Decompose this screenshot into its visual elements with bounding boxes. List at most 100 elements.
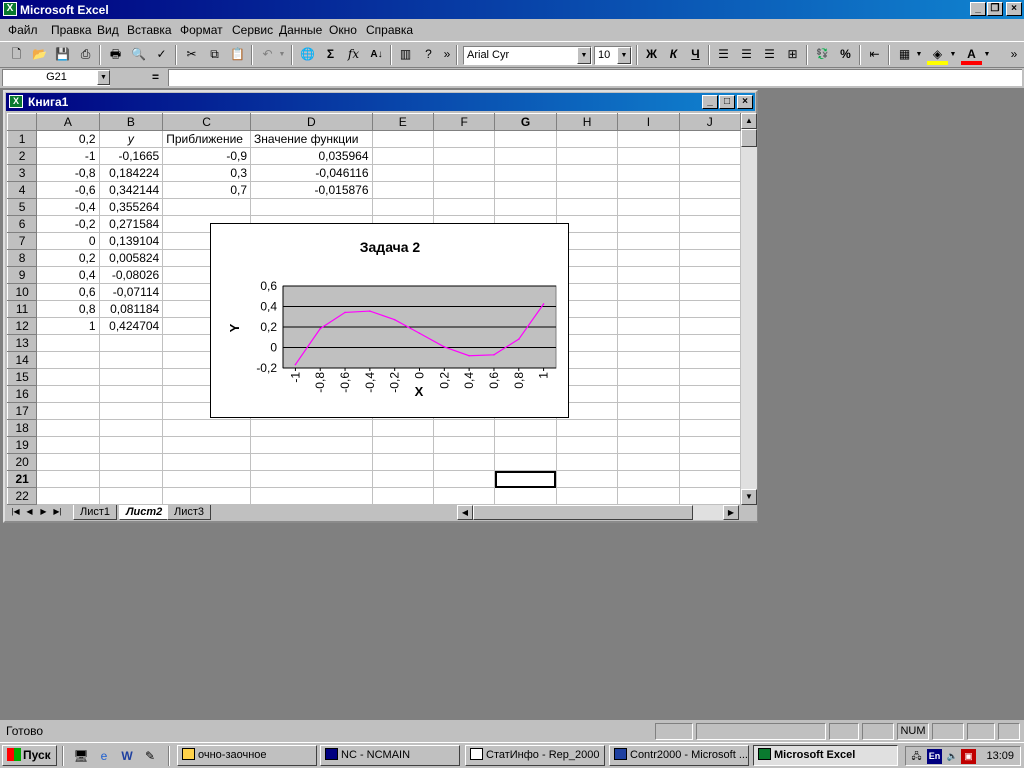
cell[interactable] (617, 181, 680, 199)
cell[interactable] (679, 147, 741, 165)
cell[interactable] (99, 419, 164, 437)
sheet-tab-1[interactable]: Лист1 (73, 505, 118, 520)
word-icon[interactable]: W (118, 747, 136, 765)
cut-icon[interactable]: ✂ (181, 45, 202, 65)
cell[interactable] (679, 351, 741, 369)
cell[interactable] (679, 249, 741, 267)
cell[interactable]: 0 (36, 232, 100, 250)
cell[interactable] (556, 470, 619, 488)
cell[interactable]: 0,7 (162, 181, 252, 199)
cell[interactable] (372, 181, 434, 199)
row-header[interactable]: 22 (7, 487, 38, 505)
column-header[interactable]: A (36, 113, 100, 131)
data-point[interactable] (468, 354, 470, 357)
cell[interactable] (617, 453, 680, 471)
cell[interactable] (556, 181, 619, 199)
minimize-button[interactable]: _ (970, 2, 986, 16)
cell[interactable] (679, 334, 741, 352)
cell[interactable]: -0,8 (36, 164, 100, 182)
cell[interactable] (372, 436, 434, 454)
autosum-icon[interactable]: Σ (320, 45, 341, 65)
cell[interactable] (679, 181, 741, 199)
cell[interactable] (36, 368, 100, 386)
close-button[interactable]: × (1006, 2, 1022, 16)
cell[interactable] (617, 351, 680, 369)
chart-wizard-icon[interactable]: ▥ (395, 45, 416, 65)
cell[interactable] (679, 436, 741, 454)
cell[interactable] (617, 164, 680, 182)
cell[interactable] (679, 402, 741, 420)
column-header[interactable]: G (494, 113, 557, 131)
cell[interactable] (679, 385, 741, 403)
cell[interactable]: 0,2 (36, 130, 100, 148)
select-all-corner[interactable] (7, 113, 38, 131)
cell[interactable] (617, 470, 680, 488)
cell[interactable] (433, 419, 496, 437)
font-name-select[interactable]: Arial Cyr ▼ (463, 46, 592, 65)
data-point[interactable] (294, 363, 297, 366)
workbook-restore-button[interactable]: □ (719, 95, 735, 109)
cell[interactable] (433, 164, 496, 182)
workbook-close-button[interactable]: × (737, 95, 753, 109)
cell[interactable] (162, 470, 252, 488)
cell[interactable] (679, 419, 741, 437)
cell[interactable]: 0,424704 (99, 317, 164, 335)
row-header[interactable]: 10 (7, 283, 38, 301)
open-folder-icon[interactable]: 📂 (29, 45, 50, 65)
sheet-tab-3[interactable]: Лист3 (167, 505, 212, 520)
show-desktop-icon[interactable]: 🖥 (72, 747, 90, 765)
undo-dropdown-icon[interactable]: ▼ (277, 45, 287, 65)
name-box[interactable]: G21 ▼ (2, 69, 110, 86)
more-buttons-icon[interactable]: » (1008, 45, 1020, 65)
equals-sign[interactable]: = (152, 70, 159, 84)
cell[interactable]: 0,184224 (99, 164, 164, 182)
task-button-3[interactable]: СтатИнфо - Rep_2000 (465, 745, 605, 766)
cell[interactable] (617, 215, 680, 233)
scroll-thumb[interactable] (741, 129, 757, 147)
cell[interactable] (617, 368, 680, 386)
paste-icon[interactable]: 📋 (227, 45, 248, 65)
row-header[interactable]: 15 (7, 368, 38, 386)
row-header[interactable]: 7 (7, 232, 38, 250)
cell[interactable] (162, 198, 252, 216)
column-header[interactable]: F (432, 113, 496, 131)
cell[interactable] (250, 487, 373, 505)
align-left-icon[interactable]: ☰ (713, 45, 734, 65)
row-header[interactable]: 17 (7, 402, 38, 420)
vertical-scrollbar[interactable]: ▲ ▼ (741, 113, 757, 505)
cell[interactable] (433, 436, 496, 454)
merge-center-icon[interactable]: ⊞ (782, 45, 803, 65)
cell[interactable]: 0,271584 (99, 215, 164, 233)
cell[interactable]: 0,3 (162, 164, 252, 182)
cell[interactable] (250, 198, 373, 216)
underline-button[interactable]: Ч (685, 45, 706, 65)
cell[interactable] (679, 487, 741, 505)
cell[interactable] (679, 368, 741, 386)
cell[interactable] (99, 453, 164, 471)
notepad-icon[interactable]: ✎ (141, 747, 159, 765)
cell[interactable] (617, 232, 680, 250)
cell[interactable] (494, 436, 557, 454)
row-header[interactable]: 21 (7, 470, 38, 488)
cell[interactable]: 0,8 (36, 300, 100, 318)
restore-button[interactable]: ❐ (987, 2, 1003, 16)
font-size-select[interactable]: 10 ▼ (594, 46, 632, 65)
task-button-excel[interactable]: Microsoft Excel (753, 745, 898, 766)
align-right-icon[interactable]: ☰ (759, 45, 780, 65)
data-point[interactable] (542, 303, 545, 305)
currency-icon[interactable]: 💱 (812, 45, 833, 65)
formula-input[interactable] (168, 69, 1022, 86)
cell[interactable] (679, 164, 741, 182)
scroll-left-icon[interactable]: ◀ (457, 505, 473, 520)
column-header[interactable]: J (678, 113, 741, 131)
data-point[interactable] (369, 310, 371, 312)
cell[interactable] (617, 385, 680, 403)
spelling-icon[interactable]: ✓ (151, 45, 172, 65)
borders-icon[interactable]: ▦ (894, 45, 915, 65)
cell[interactable] (556, 164, 619, 182)
cell[interactable] (372, 487, 434, 505)
cell[interactable] (617, 130, 680, 148)
cell[interactable] (679, 300, 741, 318)
cell[interactable] (556, 453, 619, 471)
cell[interactable] (494, 130, 557, 148)
